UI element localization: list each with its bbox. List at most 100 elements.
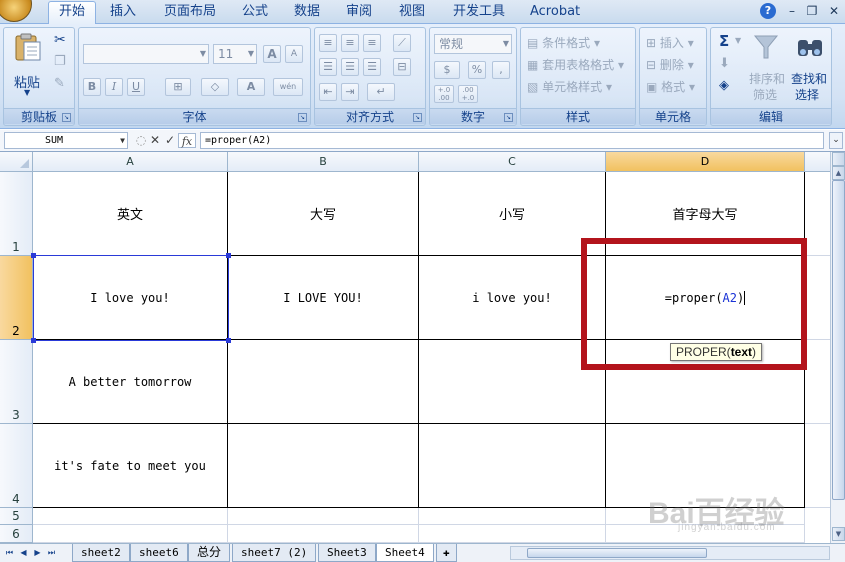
scroll-split-handle[interactable]: [832, 152, 845, 166]
font-color-icon[interactable]: A: [237, 78, 265, 96]
cell-e2[interactable]: [805, 256, 830, 340]
cell-c2[interactable]: i love you!: [419, 256, 606, 340]
sheet-tab-sheet3[interactable]: Sheet3: [318, 544, 376, 562]
cell-d5[interactable]: [606, 508, 805, 525]
tab-formulas[interactable]: 公式: [232, 2, 278, 24]
wrap-text-icon[interactable]: ↵: [367, 83, 395, 101]
cell-styles-button[interactable]: ▧ 单元格样式 ▾: [527, 78, 612, 95]
cell-e1[interactable]: [805, 172, 830, 256]
increase-decimal-button[interactable]: +.0 .00: [434, 85, 454, 103]
fill-icon[interactable]: ⬇: [719, 56, 730, 71]
bold-button[interactable]: B: [83, 78, 101, 96]
font-size-combo[interactable]: 11 ▼: [213, 44, 257, 64]
column-header-a[interactable]: A: [33, 152, 228, 172]
sheet-tab-sheet4[interactable]: Sheet4: [376, 544, 434, 562]
name-box[interactable]: SUM ▼: [4, 132, 128, 149]
insert-function-button[interactable]: fx: [178, 133, 196, 148]
restore-icon[interactable]: ❐: [804, 3, 820, 19]
sort-filter-icon[interactable]: [751, 32, 781, 62]
cell-b2[interactable]: I LOVE YOU!: [228, 256, 419, 340]
orientation-icon[interactable]: ⟋: [393, 34, 411, 52]
horizontal-scrollbar[interactable]: [510, 546, 830, 560]
function-tooltip[interactable]: PROPER(text): [670, 343, 763, 361]
cell-c6[interactable]: [419, 525, 606, 543]
sort-filter-label-2[interactable]: 筛选: [753, 86, 777, 103]
autosum-dropdown-icon[interactable]: ▼: [735, 36, 741, 45]
cell-a4[interactable]: it's fate to meet you: [33, 424, 228, 508]
cell-a6[interactable]: [33, 525, 228, 543]
column-header-c[interactable]: C: [419, 152, 606, 172]
row-header-5[interactable]: 5: [0, 508, 33, 525]
row-header-4[interactable]: 4: [0, 424, 33, 508]
confirm-entry-icon[interactable]: ✓: [163, 133, 177, 148]
sheet-tab-sheet2[interactable]: sheet2: [72, 544, 130, 562]
cancel-entry-icon[interactable]: ✕: [148, 133, 162, 148]
number-launcher-icon[interactable]: ↘: [504, 113, 513, 122]
copy-icon[interactable]: ❐: [54, 54, 66, 69]
last-sheet-icon[interactable]: ⏭: [46, 546, 57, 559]
decrease-decimal-button[interactable]: .00 +.0: [458, 85, 478, 103]
conditional-format-button[interactable]: ▤ 条件格式 ▾: [527, 34, 600, 51]
column-header-b[interactable]: B: [228, 152, 419, 172]
insert-sheet-icon[interactable]: ✚: [436, 544, 457, 562]
number-format-combo[interactable]: 常规 ▼: [434, 34, 512, 54]
cell-a5[interactable]: [33, 508, 228, 525]
cell-d4[interactable]: [606, 424, 805, 508]
align-center-icon[interactable]: ☰: [341, 58, 359, 76]
tab-insert[interactable]: 插入: [100, 2, 146, 24]
clipboard-launcher-icon[interactable]: ↘: [62, 113, 71, 122]
help-icon[interactable]: ?: [760, 3, 776, 19]
minimize-icon[interactable]: –: [784, 3, 800, 19]
format-painter-icon[interactable]: ✎: [54, 76, 65, 91]
cell-e3[interactable]: [805, 340, 830, 424]
fill-color-icon[interactable]: ◇: [201, 78, 229, 96]
find-select-label-1[interactable]: 查找和: [791, 70, 827, 87]
cell-b6[interactable]: [228, 525, 419, 543]
select-all-corner[interactable]: [0, 152, 33, 172]
row-header-6[interactable]: 6: [0, 525, 33, 543]
range-handle-br[interactable]: [226, 338, 231, 343]
prev-sheet-icon[interactable]: ◀: [18, 546, 29, 559]
underline-button[interactable]: U: [127, 78, 145, 96]
increase-indent-icon[interactable]: ⇥: [341, 83, 359, 101]
scroll-down-icon[interactable]: ▼: [832, 527, 845, 541]
font-launcher-icon[interactable]: ↘: [298, 113, 307, 122]
next-sheet-icon[interactable]: ▶: [32, 546, 43, 559]
align-left-icon[interactable]: ☰: [319, 58, 337, 76]
cell-a3[interactable]: A better tomorrow: [33, 340, 228, 424]
shrink-font-button[interactable]: A: [285, 45, 303, 63]
merge-center-icon[interactable]: ⊟: [393, 58, 411, 76]
row-header-3[interactable]: 3: [0, 340, 33, 424]
italic-button[interactable]: I: [105, 78, 123, 96]
format-as-table-button[interactable]: ▦ 套用表格格式 ▾: [527, 56, 624, 73]
range-handle-bl[interactable]: [31, 338, 36, 343]
sheet-tab-sheet7-2[interactable]: sheet7 (2): [232, 544, 317, 562]
cut-icon[interactable]: ✂: [54, 32, 66, 48]
tab-developer[interactable]: 开发工具: [443, 2, 515, 24]
currency-icon[interactable]: $: [434, 61, 460, 79]
align-right-icon[interactable]: ☰: [363, 58, 381, 76]
range-handle-tr[interactable]: [226, 253, 231, 258]
cell-e4[interactable]: [805, 424, 830, 508]
expand-formula-bar-icon[interactable]: ⌄: [829, 132, 843, 149]
tab-view[interactable]: 视图: [389, 2, 435, 24]
sheet-tab-zongfen[interactable]: 总分: [188, 544, 231, 562]
clear-icon[interactable]: ◈: [719, 78, 729, 93]
tab-page-layout[interactable]: 页面布局: [154, 2, 226, 24]
paste-dropdown-icon[interactable]: ▼: [24, 88, 30, 97]
tab-home[interactable]: 开始: [48, 1, 97, 25]
delete-cells-button[interactable]: ⊟ 删除 ▾: [646, 56, 694, 73]
cell-c4[interactable]: [419, 424, 606, 508]
office-button[interactable]: [0, 0, 32, 22]
close-icon[interactable]: ✕: [826, 3, 842, 19]
tab-data[interactable]: 数据: [284, 2, 330, 24]
cell-b1[interactable]: 大写: [228, 172, 419, 256]
cell-b3[interactable]: [228, 340, 419, 424]
cell-c5[interactable]: [419, 508, 606, 525]
autosum-button[interactable]: Σ: [719, 32, 729, 50]
borders-icon[interactable]: ⊞: [165, 78, 191, 96]
vertical-scroll-thumb[interactable]: [832, 180, 845, 500]
vertical-scrollbar[interactable]: ▲ ▼: [830, 152, 845, 543]
cell-b4[interactable]: [228, 424, 419, 508]
range-handle-tl[interactable]: [31, 253, 36, 258]
